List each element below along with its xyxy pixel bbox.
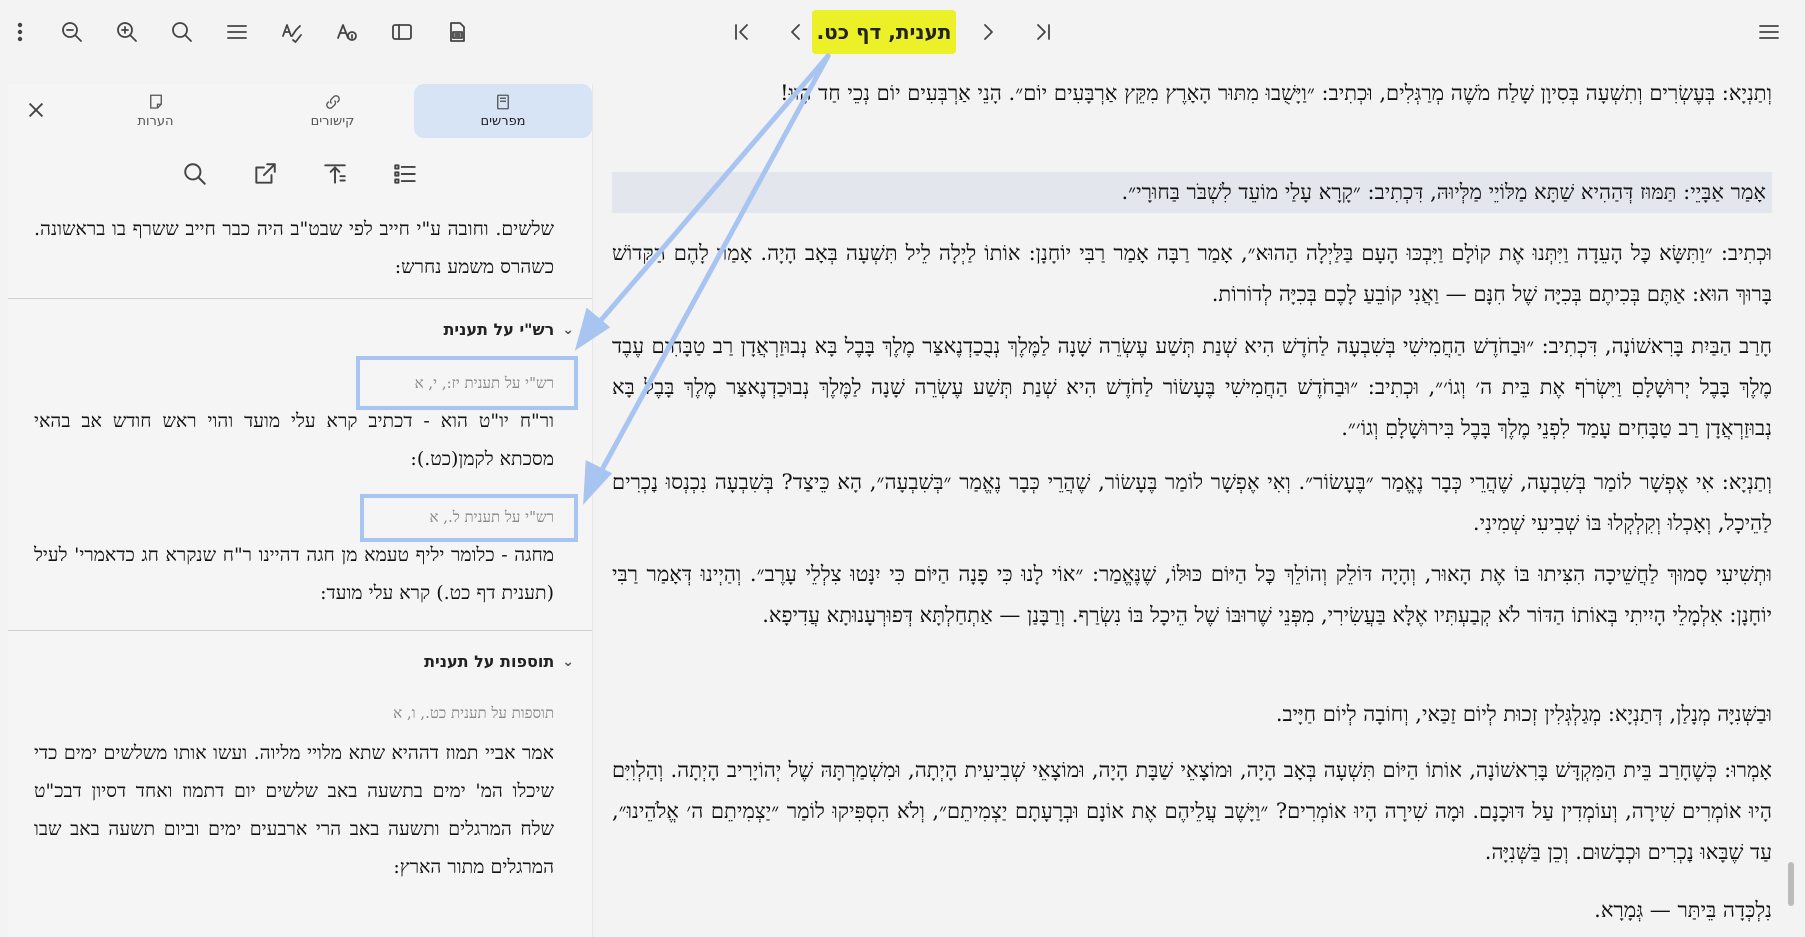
commentary-panel: הערות קישורים מפרשים שלשים. וחובה ע"י חי… xyxy=(8,84,593,937)
toolbar: תענית, דף כט. xyxy=(0,0,1805,64)
divider xyxy=(8,630,592,631)
search-icon[interactable] xyxy=(162,12,202,52)
chevron-down-icon: ⌄ xyxy=(562,653,574,670)
commentary-ref[interactable]: רש"י על תענית ל., א xyxy=(429,508,554,527)
last-page-icon[interactable] xyxy=(1023,12,1063,52)
tab-commentaries[interactable]: מפרשים xyxy=(414,84,592,138)
commentary-text: אמר אביי תמוז דההיא שתא מלויי מליוה. ועש… xyxy=(34,742,554,878)
prev-page-icon[interactable] xyxy=(776,12,816,52)
search-icon[interactable] xyxy=(175,154,215,194)
section-header-tosafot[interactable]: ⌄ תוספות על תענית xyxy=(424,652,574,671)
font-info-icon[interactable] xyxy=(327,12,367,52)
commentary-ref[interactable]: רש"י על תענית יז:, י, א xyxy=(415,374,554,393)
text-paragraph[interactable]: אָמְרוּ: כְּשֶׁחָרַב בֵּית הַמִּקְדָּשׁ … xyxy=(612,750,1772,873)
text-paragraph[interactable]: וְתַנְיָא: אִי אֶפְשָׁר לוֹמַר בְּשִׁבְע… xyxy=(612,462,1772,544)
commentary-text: ור"ח יו"ט הוא - דכתיב קרא עלי מועד והוי … xyxy=(34,410,554,470)
tab-notes-label: הערות xyxy=(137,114,174,129)
text-paragraph-highlighted[interactable]: אָמַר אַבָּיֵי: תַּמּוּז דְּהַהִיא שַׁתָ… xyxy=(612,172,1772,213)
first-page-icon[interactable] xyxy=(722,12,762,52)
print-icon[interactable] xyxy=(437,12,477,52)
section-header-rashi[interactable]: ⌄ רש"י על תענית xyxy=(444,320,575,339)
list-icon[interactable] xyxy=(385,154,425,194)
divider xyxy=(8,298,592,299)
tab-links-label: קישורים xyxy=(310,114,355,129)
note-icon xyxy=(149,94,162,109)
commentary-ref[interactable]: תוספות על תענית כט., ו, א xyxy=(393,704,554,723)
page-title: תענית, דף כט. xyxy=(812,10,956,54)
text-paragraph[interactable]: וְתַנְיָא: בְּעֶשְׂרִים וְתִשְׁעָה בְּסִ… xyxy=(612,73,1772,114)
section-title: רש"י על תענית xyxy=(443,320,555,339)
zoom-out-icon[interactable] xyxy=(52,12,92,52)
scrollbar[interactable] xyxy=(1788,862,1794,906)
tab-notes[interactable]: הערות xyxy=(78,84,233,138)
close-panel-button[interactable] xyxy=(18,92,54,128)
text-paragraph[interactable]: וּבַשְּׁנִיָּה מְנָלַן, דְּתַנְיָא: מְגַ… xyxy=(612,694,1772,735)
link-icon xyxy=(325,95,340,109)
menu-lines-icon[interactable] xyxy=(217,12,257,52)
text-paragraph[interactable]: נִלְכְּדָה בֵּיתַּר — גְּמָרָא. xyxy=(612,890,1772,931)
section-title: תוספות על תענית xyxy=(424,652,555,671)
text-paragraph[interactable]: חָרַב הַבַּיִת בָּרִאשׁוֹנָה, דִּכְתִיב:… xyxy=(612,326,1772,449)
hamburger-icon[interactable] xyxy=(1749,12,1789,52)
open-external-icon[interactable] xyxy=(245,154,285,194)
commentary-text: מחגה - כלומר יליף טעמא מן חגה דהיינו ר"ח… xyxy=(34,544,554,604)
chevron-down-icon: ⌄ xyxy=(562,321,574,338)
book-icon xyxy=(497,94,509,110)
spellcheck-icon[interactable] xyxy=(272,12,312,52)
sidebar-icon[interactable] xyxy=(382,12,422,52)
next-page-icon[interactable] xyxy=(968,12,1008,52)
align-top-icon[interactable] xyxy=(315,154,355,194)
main-text: וְתַנְיָא: בְּעֶשְׂרִים וְתִשְׁעָה בְּסִ… xyxy=(604,64,1789,937)
text-paragraph[interactable]: וּתְשִׁיעִי סָמוּךְ לַחֲשֵׁיכָה הִצִּיתו… xyxy=(612,554,1772,636)
tab-commentaries-label: מפרשים xyxy=(480,114,526,129)
zoom-in-icon[interactable] xyxy=(107,12,147,52)
tab-links[interactable]: קישורים xyxy=(255,84,410,138)
text-paragraph[interactable]: וּכְתִיב: ״וַתִּשָּׂא כׇּל הָעֵדָה וַיִּ… xyxy=(612,233,1772,315)
commentary-text: שלשים. וחובה ע"י חייב לפי שבט"ב היה כבר … xyxy=(34,218,554,278)
more-vert-icon[interactable] xyxy=(0,12,40,52)
